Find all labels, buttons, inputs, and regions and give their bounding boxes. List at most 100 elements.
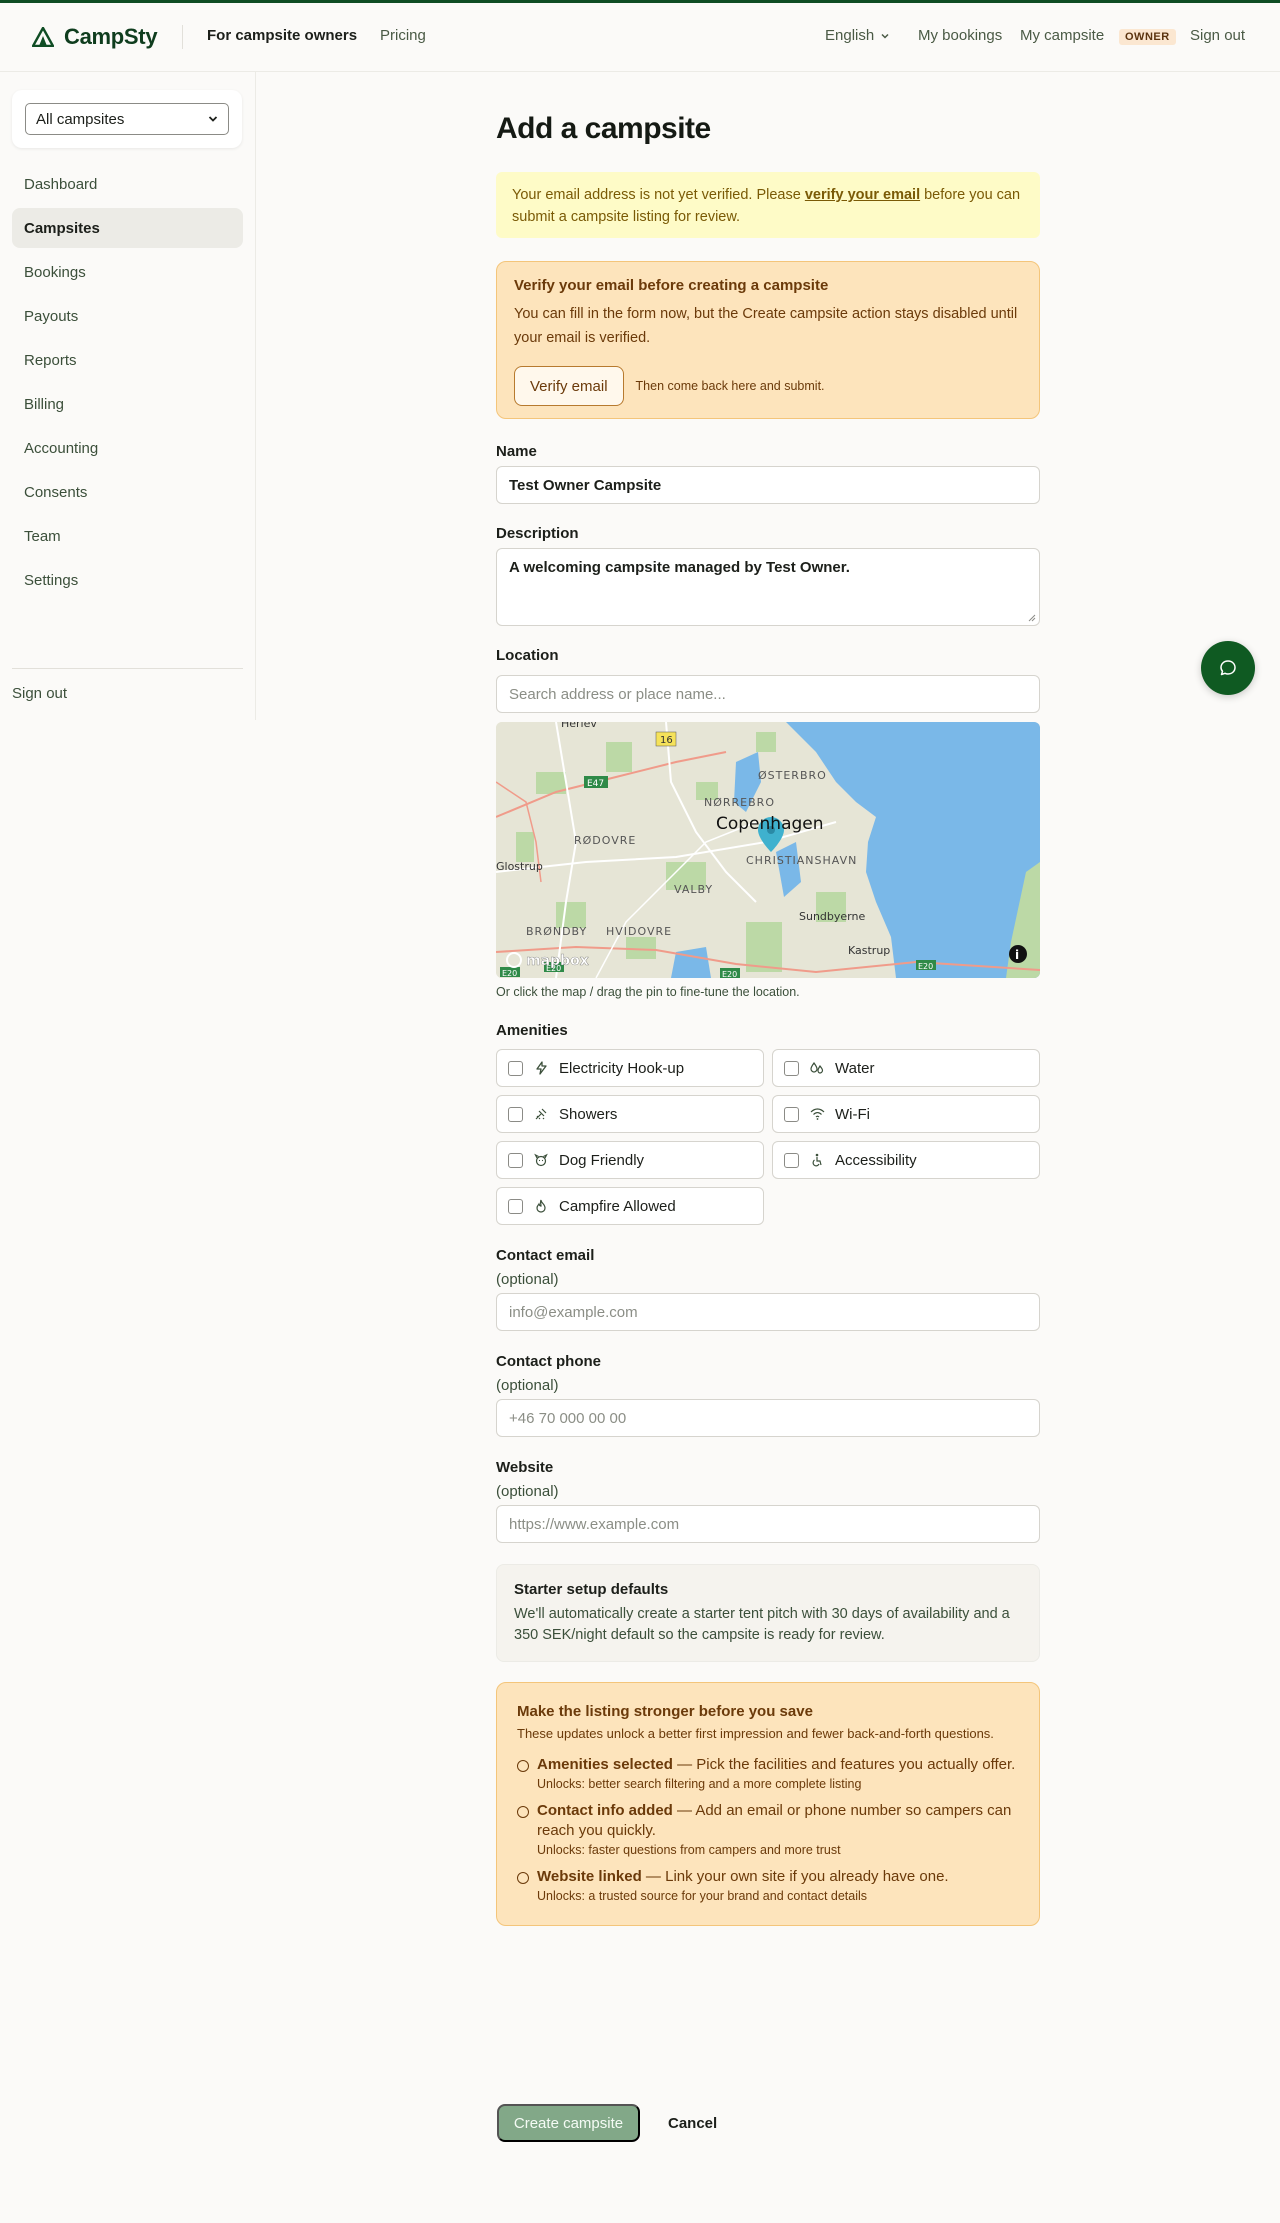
amenity-dog-friendly[interactable]: Dog Friendly: [496, 1141, 764, 1179]
cancel-button[interactable]: Cancel: [668, 2104, 717, 2142]
amenity-label: Showers: [559, 1105, 618, 1123]
map-canvas[interactable]: Herlev 16 E47 ØSTERBRO NØRREBRO Copenhag…: [496, 722, 1040, 978]
map-label-road-16: 16: [660, 735, 673, 746]
tent-logo-icon: [32, 27, 54, 47]
verify-email-card: Verify your email before creating a camp…: [496, 261, 1040, 419]
contact-phone-optional: (optional): [496, 1377, 559, 1394]
location-search-input[interactable]: Search address or place name...: [496, 675, 1040, 713]
campsite-select[interactable]: All campsites: [25, 103, 229, 135]
amenity-label: Dog Friendly: [559, 1151, 645, 1169]
amenity-water[interactable]: Water: [772, 1049, 1040, 1087]
verify-email-button[interactable]: Verify email: [514, 366, 624, 406]
sidebar-item-campsites[interactable]: Campsites: [12, 208, 243, 248]
verify-email-link[interactable]: verify your email: [805, 187, 920, 203]
verify-card-hint: Then come back here and submit.: [635, 379, 825, 393]
contact-phone-label: Contact phone: [496, 1353, 601, 1370]
sidebar-item-accounting[interactable]: Accounting: [12, 428, 243, 468]
amenity-checkbox[interactable]: [508, 1060, 523, 1076]
tips-title: Make the listing stronger before you sav…: [517, 1703, 813, 1720]
sidebar-item-billing[interactable]: Billing: [12, 384, 243, 424]
sidebar-item-dashboard[interactable]: Dashboard: [12, 164, 243, 204]
chat-button[interactable]: [1201, 641, 1255, 695]
droplets-icon: [809, 1060, 825, 1076]
sidebar-item-consents[interactable]: Consents: [12, 472, 243, 512]
tip-unlock: Unlocks: a trusted source for your brand…: [537, 1889, 868, 1903]
verify-card-title: Verify your email before creating a camp…: [514, 277, 829, 294]
website-optional: (optional): [496, 1483, 559, 1500]
sidebar-item-label: Dashboard: [24, 175, 98, 193]
mapbox-logo: mapbox: [526, 953, 589, 969]
amenity-checkbox[interactable]: [508, 1152, 523, 1168]
top-navigation: CampSty For campsite owners Pricing Engl…: [0, 0, 1280, 72]
amenity-electricity[interactable]: Electricity Hook-up: [496, 1049, 764, 1087]
description-textarea[interactable]: A welcoming campsite managed by Test Own…: [496, 548, 1040, 626]
nav-sign-out[interactable]: Sign out: [1190, 27, 1245, 44]
contact-email-label: Contact email: [496, 1247, 595, 1264]
map-hint: Or click the map / drag the pin to fine-…: [496, 985, 800, 999]
nav-my-campsite[interactable]: My campsite: [1020, 27, 1104, 44]
amenity-label: Water: [835, 1059, 875, 1077]
amenity-checkbox[interactable]: [508, 1198, 523, 1214]
amenity-checkbox[interactable]: [784, 1060, 799, 1076]
map-label-copenhagen: Copenhagen: [716, 814, 824, 834]
map-label-road-e20: E20: [918, 962, 933, 971]
name-input[interactable]: Test Owner Campsite: [496, 466, 1040, 504]
amenity-checkbox[interactable]: [784, 1152, 799, 1168]
tip-contact: Contact info added — Add an email or pho…: [517, 1801, 1027, 1857]
location-map[interactable]: Herlev 16 E47 ØSTERBRO NØRREBRO Copenhag…: [496, 722, 1040, 978]
contact-email-placeholder: info@example.com: [509, 1303, 638, 1321]
map-label-sundbyerne: Sundbyerne: [799, 910, 865, 923]
map-label-road-e47: E47: [587, 779, 604, 789]
sidebar-item-bookings[interactable]: Bookings: [12, 252, 243, 292]
name-value: Test Owner Campsite: [509, 476, 662, 494]
sidebar-item-payouts[interactable]: Payouts: [12, 296, 243, 336]
svg-text:i: i: [1015, 948, 1019, 962]
tips-subtitle: These updates unlock a better first impr…: [517, 1726, 994, 1741]
contact-email-input[interactable]: info@example.com: [496, 1293, 1040, 1331]
sidebar-item-settings[interactable]: Settings: [12, 560, 243, 600]
chat-icon: [1220, 660, 1236, 676]
nav-my-bookings[interactable]: My bookings: [918, 27, 1002, 44]
sidebar-item-label: Reports: [24, 351, 77, 369]
map-label-glostrup: Glostrup: [496, 860, 543, 873]
tip-amenities: Amenities selected — Pick the facilities…: [517, 1755, 1027, 1791]
map-label-valby: VALBY: [674, 883, 713, 896]
nav-divider: [182, 25, 183, 49]
brand-name: CampSty: [64, 24, 158, 49]
amenity-checkbox[interactable]: [784, 1106, 799, 1122]
amenity-accessibility[interactable]: Accessibility: [772, 1141, 1040, 1179]
amenity-showers[interactable]: Showers: [496, 1095, 764, 1133]
sidebar-item-reports[interactable]: Reports: [12, 340, 243, 380]
chevron-down-icon: [208, 116, 218, 122]
language-selector[interactable]: English: [825, 27, 890, 44]
verify-card-text: You can fill in the form now, but the Cr…: [514, 306, 1018, 346]
verify-card-actions: Verify email Then come back here and sub…: [514, 366, 825, 406]
amenity-checkbox[interactable]: [508, 1106, 523, 1122]
campsite-select-value: All campsites: [36, 110, 125, 128]
circle-icon: [517, 1760, 529, 1772]
brand-logo[interactable]: CampSty: [32, 24, 158, 50]
location-label: Location: [496, 647, 559, 664]
nav-pricing[interactable]: Pricing: [380, 27, 426, 44]
amenities-label: Amenities: [496, 1022, 568, 1039]
tip-unlock: Unlocks: better search filtering and a m…: [537, 1777, 862, 1791]
description-value: A welcoming campsite managed by Test Own…: [509, 559, 850, 576]
resize-handle-icon[interactable]: [1028, 614, 1036, 622]
amenity-campfire[interactable]: Campfire Allowed: [496, 1187, 764, 1225]
create-campsite-button[interactable]: Create campsite: [497, 2104, 640, 2142]
nav-for-owners[interactable]: For campsite owners: [207, 27, 357, 44]
sidebar-item-label: Team: [24, 527, 61, 545]
amenity-wifi[interactable]: Wi-Fi: [772, 1095, 1040, 1133]
description-label: Description: [496, 525, 579, 542]
accessibility-icon: [809, 1152, 825, 1168]
tip-title: Website linked: [537, 1868, 642, 1885]
website-input[interactable]: https://www.example.com: [496, 1505, 1040, 1543]
contact-phone-input[interactable]: +46 70 000 00 00: [496, 1399, 1040, 1437]
amenity-label: Electricity Hook-up: [559, 1059, 685, 1077]
page-title: Add a campsite: [496, 112, 711, 145]
listing-tips-card: Make the listing stronger before you sav…: [496, 1682, 1040, 1926]
wifi-icon: [809, 1106, 825, 1122]
circle-icon: [517, 1872, 529, 1884]
sidebar-sign-out[interactable]: Sign out: [12, 685, 67, 702]
sidebar-item-team[interactable]: Team: [12, 516, 243, 556]
